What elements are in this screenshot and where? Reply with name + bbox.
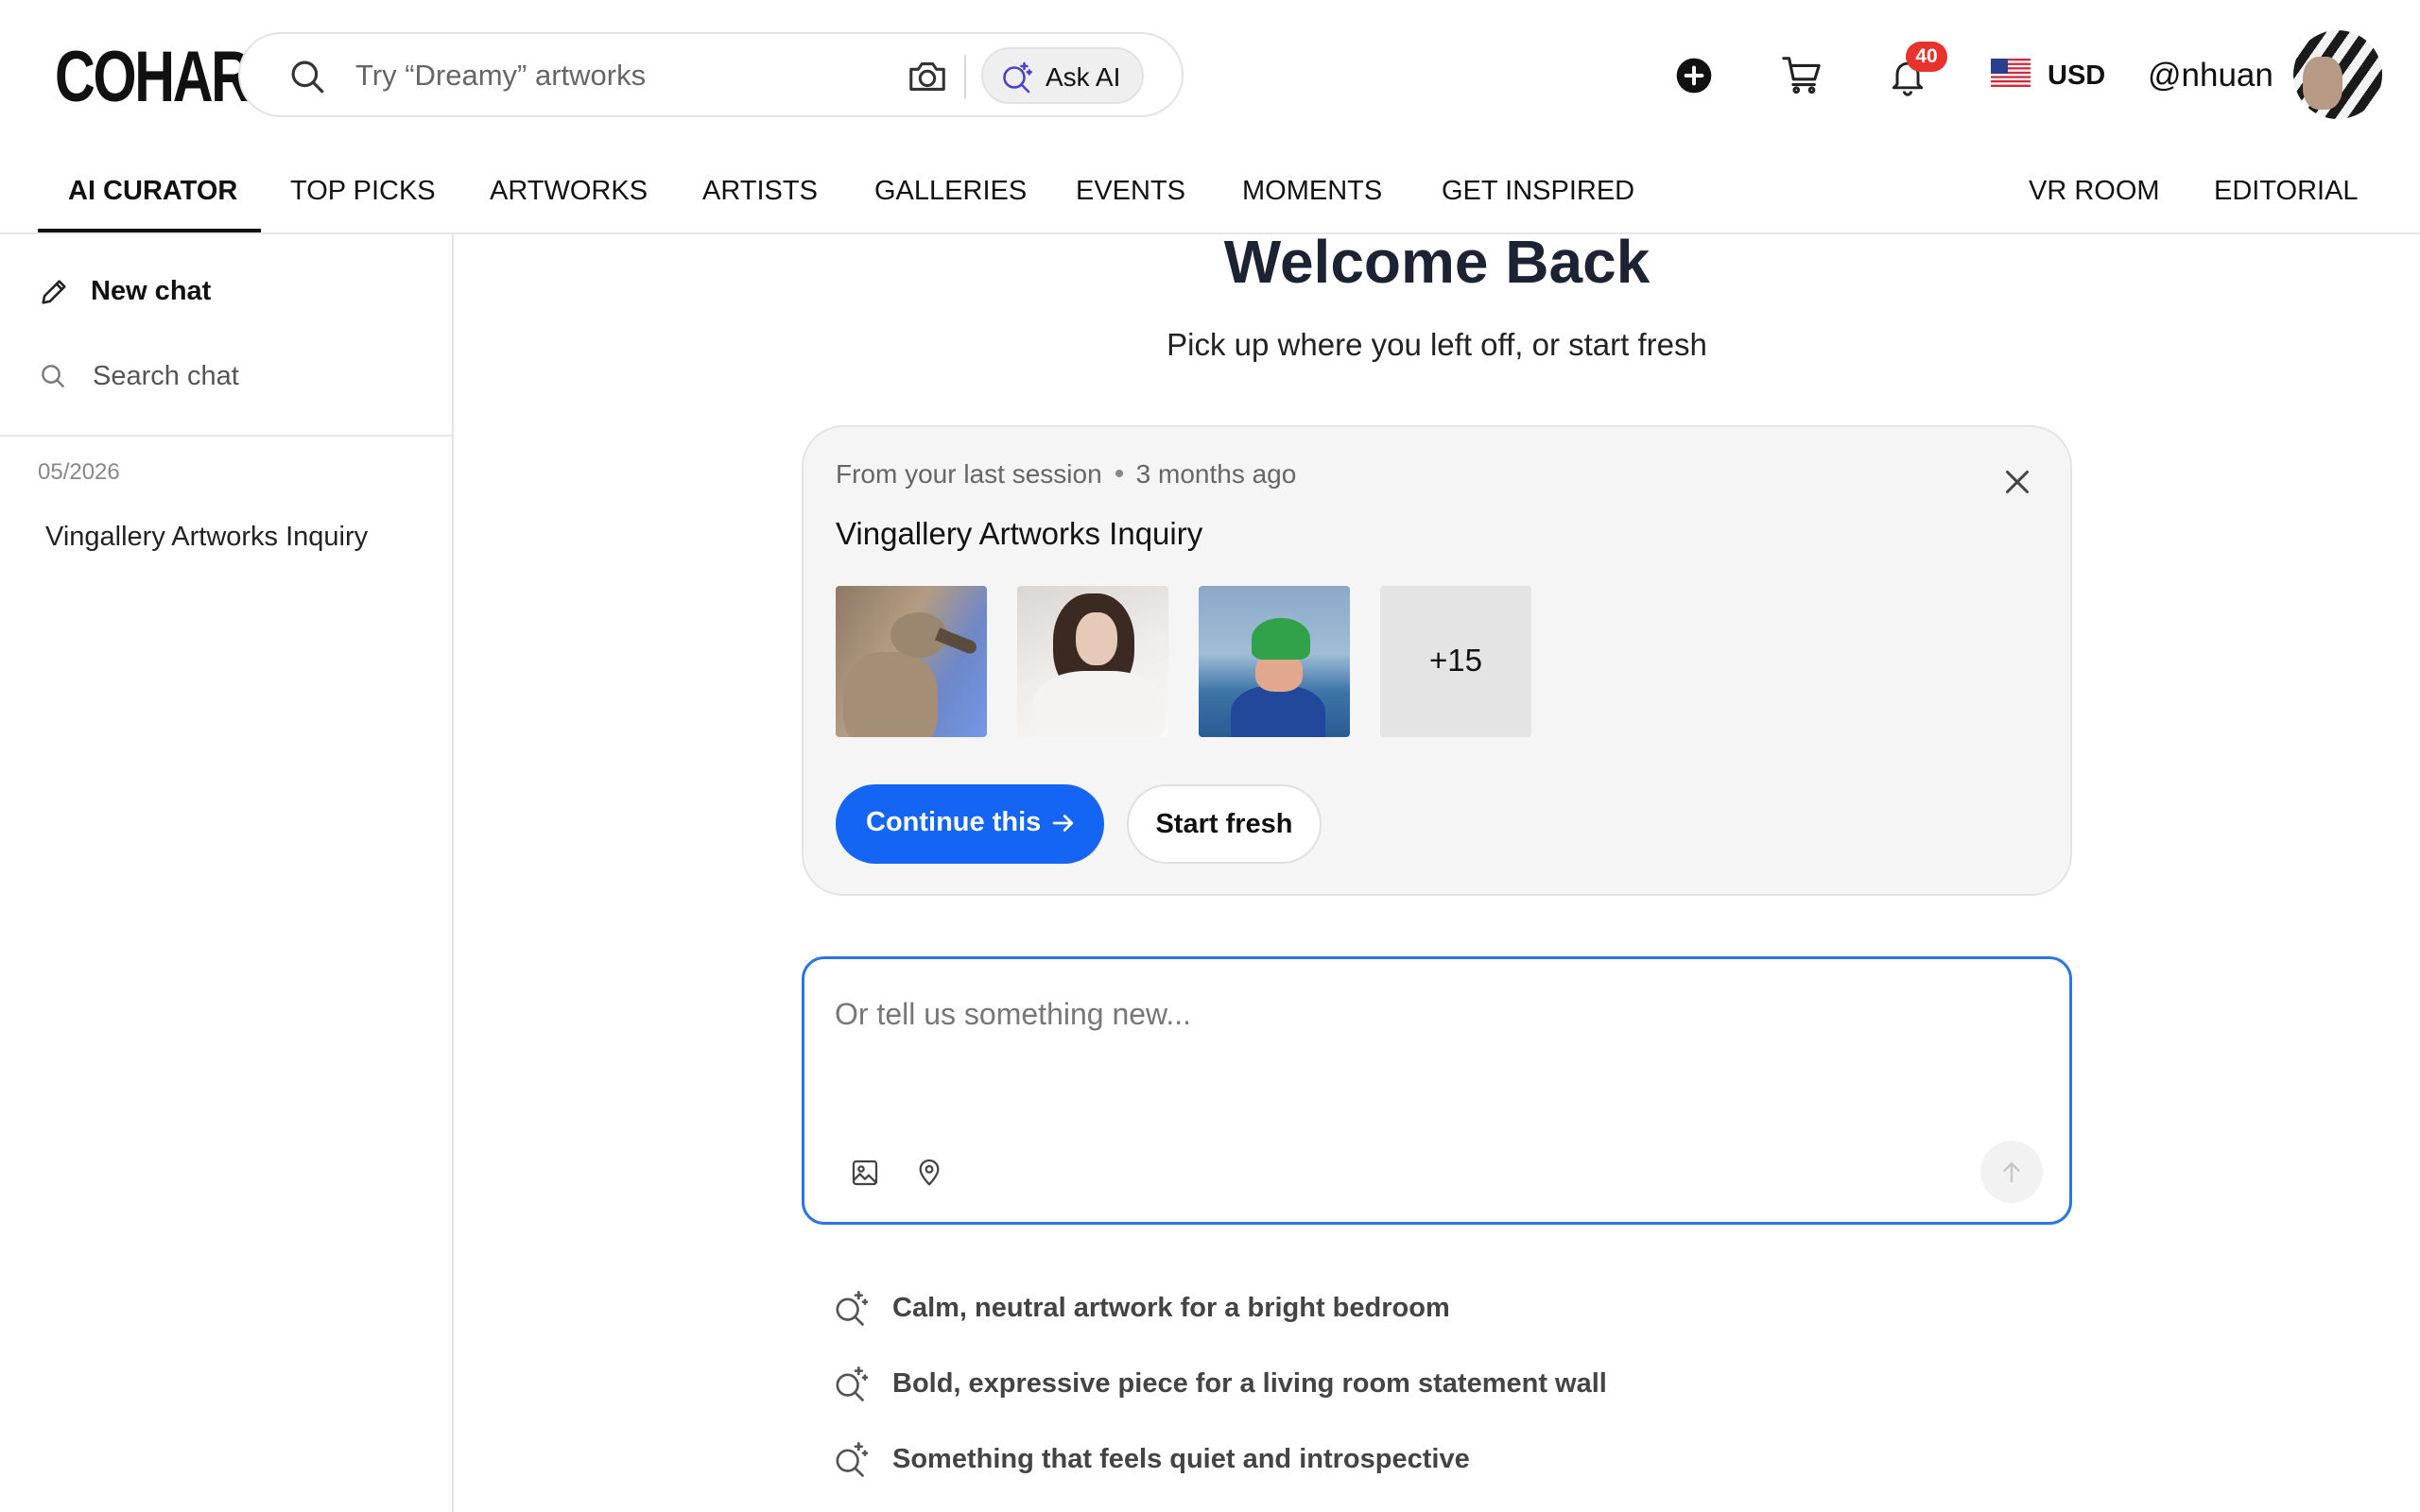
avatar-face (2303, 57, 2342, 110)
search-icon (42, 365, 64, 387)
nav-vr-room[interactable]: VR ROOM (2029, 176, 2160, 207)
session-title: Vingallery Artworks Inquiry (836, 516, 1203, 551)
duck-bill-shape (934, 627, 979, 656)
artwork-thumbnail-duck[interactable] (836, 586, 987, 737)
ask-ai-label: Ask AI (1046, 62, 1121, 92)
start-fresh-label: Start fresh (1155, 809, 1293, 839)
pencil-icon (42, 280, 66, 304)
nav-galleries[interactable]: GALLERIES (874, 176, 1027, 207)
nav-moments[interactable]: MOMENTS (1242, 176, 1382, 207)
new-chat-label: New chat (91, 276, 212, 306)
location-pin-icon[interactable] (914, 1156, 944, 1188)
artwork-thumbnail-child[interactable] (1199, 586, 1350, 737)
ask-ai-button[interactable]: Ask AI (981, 47, 1144, 104)
arrow-up-icon (2003, 1162, 2020, 1183)
session-source: From your last session (836, 459, 1102, 489)
nav-top-picks[interactable]: TOP PICKS (290, 176, 436, 207)
chat-composer[interactable]: Or tell us something new... (802, 956, 2072, 1225)
child-hat-shape (1252, 618, 1310, 660)
continue-session-button[interactable]: Continue this (836, 784, 1104, 864)
user-avatar[interactable] (2293, 30, 2382, 119)
cart-icon[interactable] (1779, 53, 1824, 96)
username-link[interactable]: @nhuan (2148, 57, 2273, 94)
start-fresh-button[interactable]: Start fresh (1127, 784, 1322, 864)
top-header: COHART Try “Dreamy” artworks Ask AI 40 U… (0, 0, 2420, 151)
chat-history-item[interactable]: Vingallery Artworks Inquiry (45, 522, 368, 553)
search-divider (964, 55, 966, 98)
last-session-card: From your last session 3 months ago Vinga… (802, 425, 2072, 896)
sidebar-divider (0, 435, 452, 437)
ai-sparkle-search-icon (1003, 61, 1032, 94)
nav-events[interactable]: EVENTS (1076, 176, 1185, 207)
ai-sparkle-search-icon (836, 1291, 869, 1326)
nav-editorial[interactable]: EDITORIAL (2214, 176, 2359, 207)
arrow-right-icon (1052, 815, 1074, 832)
camera-icon[interactable] (906, 55, 949, 98)
ai-sparkle-search-icon (836, 1442, 869, 1477)
chat-group-date: 05/2026 (38, 459, 120, 485)
artwork-thumbnail-portrait[interactable] (1017, 586, 1168, 737)
more-artworks-count: +15 (1429, 643, 1482, 678)
currency-selector[interactable]: USD (2048, 60, 2105, 92)
page-title: Welcome Back (1223, 228, 1651, 296)
active-tab-indicator (38, 229, 261, 232)
portrait-fur-shape (1032, 671, 1165, 737)
duck-body-shape (843, 652, 938, 737)
create-plus-icon[interactable] (1675, 57, 1713, 94)
session-meta: From your last session 3 months ago (836, 459, 1296, 490)
chat-sidebar: New chat Search chat 05/2026 Vingallery … (0, 234, 454, 1512)
portrait-face-shape (1076, 612, 1117, 665)
suggestion-text: Bold, expressive piece for a living room… (892, 1368, 1607, 1399)
nav-ai-curator[interactable]: AI CURATOR (68, 176, 237, 207)
search-placeholder[interactable]: Try “Dreamy” artworks (355, 59, 646, 93)
notification-count-badge: 40 (1906, 42, 1947, 72)
search-chat-placeholder: Search chat (93, 361, 239, 391)
search-icon (291, 60, 324, 94)
ai-sparkle-search-icon (836, 1366, 869, 1401)
child-shirt-shape (1231, 686, 1325, 737)
image-upload-icon[interactable] (850, 1158, 880, 1188)
meta-separator-dot (1115, 469, 1123, 477)
us-flag-icon[interactable] (1991, 59, 2031, 87)
close-icon[interactable] (2000, 465, 2034, 499)
global-search-bar[interactable]: Try “Dreamy” artworks Ask AI (238, 32, 1184, 117)
more-artworks-tile[interactable]: +15 (1380, 586, 1531, 737)
session-age: 3 months ago (1135, 459, 1297, 489)
page-subtitle: Pick up where you left off, or start fre… (1167, 327, 1707, 362)
continue-label: Continue this (866, 807, 1042, 837)
main-nav: AI CURATOR TOP PICKS ARTWORKS ARTISTS GA… (0, 151, 2420, 234)
send-button[interactable] (1980, 1141, 2043, 1203)
nav-artists[interactable]: ARTISTS (702, 176, 818, 207)
child-face-shape (1255, 654, 1303, 692)
composer-placeholder[interactable]: Or tell us something new... (835, 997, 1191, 1032)
nav-artworks[interactable]: ARTWORKS (490, 176, 648, 207)
suggestion-text: Something that feels quiet and introspec… (892, 1444, 1470, 1474)
nav-get-inspired[interactable]: GET INSPIRED (1442, 176, 1634, 207)
suggestion-text: Calm, neutral artwork for a bright bedro… (892, 1293, 1450, 1323)
